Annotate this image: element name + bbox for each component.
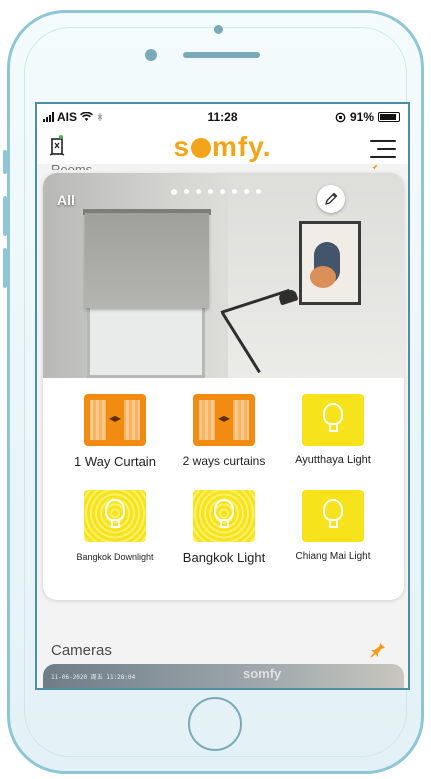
device-2-ways-curtains[interactable]: ◂▸ 2 ways curtains [164, 394, 284, 468]
edit-room-button[interactable] [317, 185, 345, 213]
battery-icon [378, 112, 400, 122]
device-grid: ◂▸ 1 Way Curtain ◂▸ 2 ways curtains Ayut… [43, 378, 404, 600]
mute-switch [3, 150, 7, 174]
light-bulb-icon [302, 490, 364, 542]
app-screen: AIS 11:28 91% s mfy. Rooms All ◂▸ 1 Way … [35, 102, 410, 690]
pagination-dot[interactable] [232, 189, 237, 194]
camera-timestamp: 11-06-2020 周五 11:28:04 [51, 674, 136, 681]
cameras-pin-icon[interactable] [370, 642, 386, 658]
pagination-dot[interactable] [220, 189, 225, 194]
pagination-dot[interactable] [244, 189, 249, 194]
pagination-dot[interactable] [184, 189, 189, 194]
pencil-icon [325, 192, 338, 205]
light-bulb-icon [193, 490, 255, 542]
room-name: All [57, 192, 75, 208]
status-bar: AIS 11:28 91% [37, 104, 408, 130]
curtain-icon: ◂▸ [193, 394, 255, 446]
device-ayutthaya-light[interactable]: Ayutthaya Light [273, 394, 393, 466]
battery-status: 91% [335, 110, 400, 124]
logo-text-start: s [173, 131, 191, 162]
photo-roller-blind [85, 213, 209, 308]
logo-text-end: mfy [212, 131, 263, 162]
device-label: 2 ways curtains [182, 454, 266, 468]
camera-preview[interactable]: 11-06-2020 周五 11:28:04 somfy [43, 664, 404, 688]
camera-overlay-logo: somfy [243, 666, 282, 681]
logo-dot-o [191, 138, 212, 158]
rooms-pin-icon[interactable] [368, 164, 382, 170]
device-label: Bangkok Downlight [76, 552, 154, 562]
device-bangkok-light[interactable]: Bangkok Light [164, 490, 284, 565]
device-label: Chiang Mai Light [295, 551, 371, 562]
device-label: Ayutthaya Light [295, 454, 371, 466]
home-button[interactable] [188, 697, 242, 751]
pagination-dot[interactable] [196, 189, 201, 194]
room-card: All ◂▸ 1 Way Curtain ◂▸ 2 ways curtains … [43, 173, 404, 600]
curtain-icon: ◂▸ [84, 394, 146, 446]
pagination-dot[interactable] [208, 189, 213, 194]
device-chiang-mai-light[interactable]: Chiang Mai Light [273, 490, 393, 562]
device-bangkok-downlight[interactable]: Bangkok Downlight [55, 490, 175, 562]
light-bulb-icon [302, 394, 364, 446]
somfy-logo: s mfy. [37, 131, 408, 163]
room-photo[interactable]: All [43, 173, 404, 378]
proximity-sensor [145, 49, 157, 61]
front-camera [214, 25, 223, 34]
room-pagination-dots[interactable] [171, 189, 261, 195]
device-label: Bangkok Light [182, 550, 266, 565]
pagination-dot[interactable] [171, 189, 177, 195]
device-label: 1 Way Curtain [74, 454, 156, 469]
hamburger-menu-icon[interactable] [370, 140, 396, 164]
device-1-way-curtain[interactable]: ◂▸ 1 Way Curtain [55, 394, 175, 469]
volume-down-button [3, 248, 7, 288]
rooms-section-title: Rooms [51, 162, 93, 170]
app-header: s mfy. [37, 130, 408, 164]
pagination-dot[interactable] [256, 189, 261, 194]
volume-up-button [3, 196, 7, 236]
cameras-section-title: Cameras [51, 642, 112, 659]
photo-wall-art [299, 221, 361, 305]
earpiece-speaker [183, 52, 260, 58]
orientation-lock-icon [335, 112, 346, 122]
downlight-icon [84, 490, 146, 542]
logo-period: . [262, 131, 272, 162]
battery-percent: 91% [349, 110, 374, 124]
